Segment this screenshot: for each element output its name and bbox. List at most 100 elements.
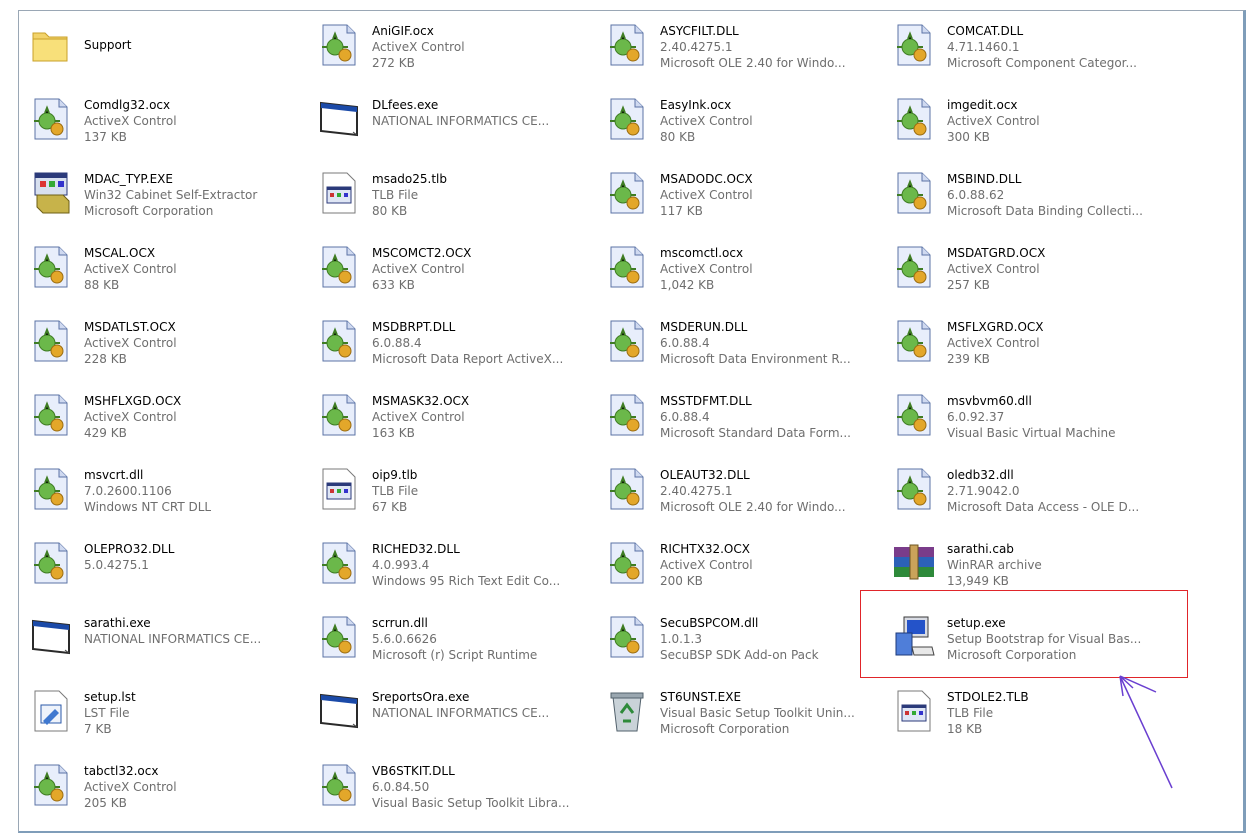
file-item[interactable]: AniGIF.ocx ActiveX Control 272 KB: [315, 18, 595, 86]
file-item[interactable]: MSBIND.DLL 6.0.88.62 Microsoft Data Bindin…: [890, 166, 1170, 234]
file-type: NATIONAL INFORMATICS CE...: [84, 632, 262, 646]
file-item[interactable]: ASYCFILT.DLL 2.40.4275.1 Microsoft OLE 2.4…: [603, 18, 883, 86]
file-item[interactable]: Support: [27, 18, 307, 86]
file-type: ActiveX Control: [84, 262, 177, 276]
file-detail: SecuBSP SDK Add-on Pack: [660, 648, 819, 662]
file-item[interactable]: OLEPRO32.DLL 5.0.4275.1: [27, 536, 307, 604]
file-type: 6.0.88.62: [947, 188, 1005, 202]
file-item[interactable]: oip9.tlb TLB File 67 KB: [315, 462, 595, 530]
file-item[interactable]: MSDATLST.OCX ActiveX Control 228 KB: [27, 314, 307, 382]
winrar-archive-icon: [890, 539, 938, 587]
file-type: ActiveX Control: [84, 780, 177, 794]
file-type: ActiveX Control: [372, 40, 465, 54]
file-type: 1.0.1.3: [660, 632, 702, 646]
file-item[interactable]: MSDATGRD.OCX ActiveX Control 257 KB: [890, 240, 1170, 308]
activex-control-icon: [890, 465, 938, 513]
file-item[interactable]: SreportsOra.exe NATIONAL INFORMATICS CE..…: [315, 684, 595, 752]
file-name: MSBIND.DLL: [947, 172, 1022, 186]
file-detail: Microsoft Corporation: [660, 722, 790, 736]
activex-control-icon: [27, 761, 75, 809]
file-item[interactable]: Comdlg32.ocx ActiveX Control 137 KB: [27, 92, 307, 160]
file-text: msado25.tlb TLB File 80 KB: [372, 171, 594, 219]
file-item[interactable]: COMCAT.DLL 4.71.1460.1 Microsoft Component…: [890, 18, 1170, 86]
file-item[interactable]: VB6STKIT.DLL 6.0.84.50 Visual Basic Setup …: [315, 758, 595, 826]
file-detail: Microsoft Data Binding Collecti...: [947, 204, 1143, 218]
file-type: ActiveX Control: [660, 558, 753, 572]
activex-control-icon: [603, 169, 651, 217]
file-item[interactable]: MSCOMCT2.OCX ActiveX Control 633 KB: [315, 240, 595, 308]
lst-file-icon: [27, 687, 75, 735]
file-text: SreportsOra.exe NATIONAL INFORMATICS CE..…: [372, 689, 594, 721]
file-detail: 257 KB: [947, 278, 990, 292]
file-name: MSDERUN.DLL: [660, 320, 748, 334]
file-detail: Microsoft Component Categor...: [947, 56, 1137, 70]
file-item[interactable]: MSCAL.OCX ActiveX Control 88 KB: [27, 240, 307, 308]
file-item[interactable]: msado25.tlb TLB File 80 KB: [315, 166, 595, 234]
activex-control-icon: [890, 21, 938, 69]
file-item[interactable]: scrrun.dll 5.6.0.6626 Microsoft (r) Script…: [315, 610, 595, 678]
file-item[interactable]: mscomctl.ocx ActiveX Control 1,042 KB: [603, 240, 883, 308]
file-item[interactable]: DLfees.exe NATIONAL INFORMATICS CE...: [315, 92, 595, 160]
file-detail: 429 KB: [84, 426, 127, 440]
file-item[interactable]: MSSTDFMT.DLL 6.0.88.4 Microsoft Standard D…: [603, 388, 883, 456]
file-text: MSDERUN.DLL 6.0.88.4 Microsoft Data Enviro…: [660, 319, 882, 367]
file-text: scrrun.dll 5.6.0.6626 Microsoft (r) Script…: [372, 615, 594, 663]
file-item[interactable]: MSDBRPT.DLL 6.0.88.4 Microsoft Data Report…: [315, 314, 595, 382]
file-text: VB6STKIT.DLL 6.0.84.50 Visual Basic Setup …: [372, 763, 594, 811]
activex-control-icon: [890, 243, 938, 291]
file-detail: 200 KB: [660, 574, 703, 588]
file-item[interactable]: imgedit.ocx ActiveX Control 300 KB: [890, 92, 1170, 160]
activex-control-icon: [315, 391, 363, 439]
activex-control-icon: [27, 317, 75, 365]
file-text: RICHTX32.OCX ActiveX Control 200 KB: [660, 541, 882, 589]
file-text: RICHED32.DLL 4.0.993.4 Windows 95 Rich Tex…: [372, 541, 594, 589]
file-name: ST6UNST.EXE: [660, 690, 742, 704]
file-detail: Microsoft Corporation: [84, 204, 214, 218]
file-item[interactable]: MSMASK32.OCX ActiveX Control 163 KB: [315, 388, 595, 456]
file-item[interactable]: SecuBSPCOM.dll 1.0.1.3 SecuBSP SDK Add-on …: [603, 610, 883, 678]
file-detail: 272 KB: [372, 56, 415, 70]
activex-control-icon: [27, 539, 75, 587]
file-item[interactable]: MSDERUN.DLL 6.0.88.4 Microsoft Data Enviro…: [603, 314, 883, 382]
file-text: OLEPRO32.DLL 5.0.4275.1: [84, 541, 306, 573]
file-text: oledb32.dll 2.71.9042.0 Microsoft Data Acc…: [947, 467, 1169, 515]
file-type: 5.0.4275.1: [84, 558, 149, 572]
file-detail: 7 KB: [84, 722, 112, 736]
file-detail: Windows NT CRT DLL: [84, 500, 212, 514]
file-detail: Windows 95 Rich Text Edit Co...: [372, 574, 561, 588]
file-item[interactable]: msvbvm60.dll 6.0.92.37 Visual Basic Virtua…: [890, 388, 1170, 456]
file-detail: 633 KB: [372, 278, 415, 292]
file-text: MSSTDFMT.DLL 6.0.88.4 Microsoft Standard D…: [660, 393, 882, 441]
file-detail: 80 KB: [660, 130, 696, 144]
file-item[interactable]: sarathi.exe NATIONAL INFORMATICS CE...: [27, 610, 307, 678]
file-text: AniGIF.ocx ActiveX Control 272 KB: [372, 23, 594, 71]
file-item[interactable]: oledb32.dll 2.71.9042.0 Microsoft Data Acc…: [890, 462, 1170, 530]
file-type: NATIONAL INFORMATICS CE...: [372, 114, 550, 128]
file-item[interactable]: MSHFLXGD.OCX ActiveX Control 429 KB: [27, 388, 307, 456]
file-item[interactable]: RICHED32.DLL 4.0.993.4 Windows 95 Rich Tex…: [315, 536, 595, 604]
file-text: setup.lst LST File 7 KB: [84, 689, 306, 737]
file-name: msado25.tlb: [372, 172, 447, 186]
file-item[interactable]: MSFLXGRD.OCX ActiveX Control 239 KB: [890, 314, 1170, 382]
highlight-box-setup-exe: [860, 590, 1188, 678]
file-item[interactable]: ST6UNST.EXE Visual Basic Setup Toolkit Un…: [603, 684, 883, 752]
file-detail: 239 KB: [947, 352, 990, 366]
file-text: msvcrt.dll 7.0.2600.1106 Windows NT CRT DL…: [84, 467, 306, 515]
file-type: Visual Basic Setup Toolkit Unin...: [660, 706, 855, 720]
file-item[interactable]: OLEAUT32.DLL 2.40.4275.1 Microsoft OLE 2.4…: [603, 462, 883, 530]
file-item[interactable]: setup.lst LST File 7 KB: [27, 684, 307, 752]
file-item[interactable]: MDAC_TYP.EXE Win32 Cabinet Self-Extractor…: [27, 166, 307, 234]
file-text: ASYCFILT.DLL 2.40.4275.1 Microsoft OLE 2.4…: [660, 23, 882, 71]
file-item[interactable]: EasyInk.ocx ActiveX Control 80 KB: [603, 92, 883, 160]
file-text: MSADODC.OCX ActiveX Control 117 KB: [660, 171, 882, 219]
activex-control-icon: [603, 243, 651, 291]
file-item[interactable]: RICHTX32.OCX ActiveX Control 200 KB: [603, 536, 883, 604]
file-item[interactable]: msvcrt.dll 7.0.2600.1106 Windows NT CRT DL…: [27, 462, 307, 530]
activex-control-icon: [890, 95, 938, 143]
file-name: MSMASK32.OCX: [372, 394, 470, 408]
file-name: MSCAL.OCX: [84, 246, 156, 260]
file-text: msvbvm60.dll 6.0.92.37 Visual Basic Virtua…: [947, 393, 1169, 441]
file-item[interactable]: MSADODC.OCX ActiveX Control 117 KB: [603, 166, 883, 234]
file-item[interactable]: tabctl32.ocx ActiveX Control 205 KB: [27, 758, 307, 826]
file-text: MSCAL.OCX ActiveX Control 88 KB: [84, 245, 306, 293]
